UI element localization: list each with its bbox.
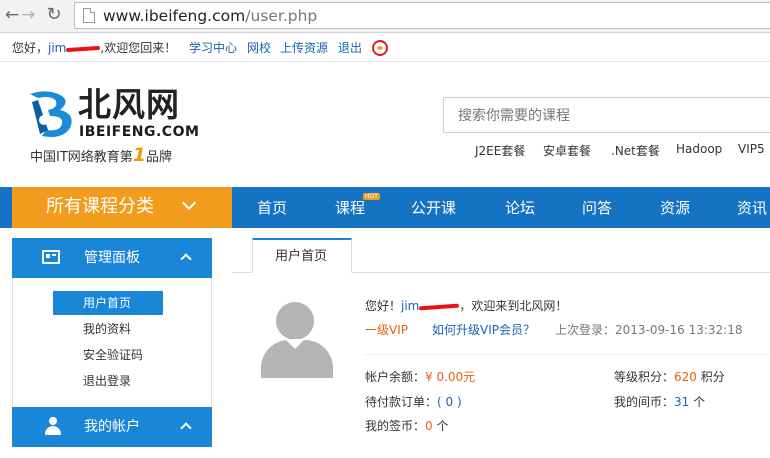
pending-orders: 待付款订单：( 0 ) (365, 394, 462, 410)
link-logout[interactable]: 退出 (338, 40, 362, 56)
welcome-username: jim (401, 299, 420, 313)
coins-unit: 个 (689, 395, 706, 409)
hot-link-vip5[interactable]: VIP5 (738, 142, 765, 156)
sidebar-account-title: 我的帐户 (84, 419, 140, 435)
logo-chinese-text[interactable]: 北风网 (78, 86, 180, 124)
nav-forum[interactable]: 论坛 (505, 199, 535, 217)
username-link[interactable]: jim (48, 41, 66, 55)
link-upload[interactable]: 上传资源 (280, 40, 328, 56)
points-unit: 积分 (696, 370, 725, 384)
slogan-number: 1 (132, 144, 147, 166)
pending-label: 待付款订单： (365, 395, 438, 409)
avatar (259, 302, 335, 378)
welcome-prefix: 您好！ (365, 299, 402, 313)
sign-coins: 我的签币：0 个 (365, 418, 448, 434)
hot-link-android[interactable]: 安卓套餐 (543, 142, 591, 159)
last-login-label: 上次登录： (555, 323, 616, 337)
account-balance: 帐户余额：¥ 0.00元 (365, 369, 475, 385)
last-login-value: 2013-09-16 13:32:18 (615, 323, 743, 337)
search-box[interactable] (443, 97, 770, 133)
sidebar-item-label: 用户首页 (83, 296, 132, 310)
upgrade-vip-link[interactable]: 如何升级VIP会员？ (432, 322, 535, 338)
url-host: www.ibeifeng.com (103, 7, 246, 25)
reload-icon[interactable]: ↻ (44, 5, 64, 25)
last-login: 上次登录：2013-09-16 13:32:18 (555, 322, 742, 338)
chevron-down-icon (181, 195, 197, 211)
nav-open-courses[interactable]: 公开课 (411, 199, 456, 217)
balance-label: 帐户余额： (365, 370, 426, 384)
hot-badge: HOT (363, 193, 380, 200)
logo-english-text[interactable]: IBEIFENG.COM (79, 124, 199, 140)
panel-icon (42, 250, 60, 264)
weibo-icon[interactable] (372, 40, 388, 56)
link-online-school[interactable]: 网校 (247, 40, 271, 56)
course-category-button[interactable]: 所有课程分类 (12, 187, 232, 228)
sidebar-account-header[interactable]: 我的帐户 (12, 407, 212, 447)
forward-icon[interactable]: → (18, 5, 38, 25)
sidebar-item-security-code[interactable]: 安全验证码 (83, 347, 143, 363)
nav-home[interactable]: 首页 (257, 199, 287, 217)
coins-label: 我的间币： (614, 395, 675, 409)
hot-link-hadoop[interactable]: Hadoop (676, 142, 722, 156)
welcome-message: 您好！jim ，欢迎来到北风网！ (365, 298, 567, 314)
sign-unit: 个 (432, 419, 449, 433)
user-icon (45, 417, 61, 437)
sidebar-panel-title: 管理面板 (84, 250, 140, 266)
divider (365, 354, 770, 355)
course-category-label: 所有课程分类 (46, 196, 154, 217)
hot-link-dotnet[interactable]: .Net套餐 (611, 142, 660, 159)
logo-b-icon[interactable] (26, 86, 80, 140)
points-value: 620 (674, 370, 697, 384)
nav-news[interactable]: 资讯 (737, 199, 767, 217)
sign-value: 0 (425, 419, 433, 433)
nav-resources[interactable]: 资源 (660, 199, 690, 217)
coins-value: 31 (674, 395, 690, 409)
slogan-suffix: 品牌 (146, 150, 173, 165)
nav-courses[interactable]: 课程 (335, 199, 365, 217)
redaction-mark (419, 303, 460, 310)
url-path: /user.php (245, 7, 318, 25)
nav-qa[interactable]: 问答 (582, 199, 612, 217)
redaction-mark (66, 45, 101, 52)
slogan: 中国IT网络教育第1品牌 (30, 144, 173, 166)
search-input[interactable] (458, 106, 758, 126)
address-bar[interactable]: www.ibeifeng.com/user.php (74, 2, 770, 29)
slogan-prefix: 中国IT网络教育第 (30, 150, 133, 165)
link-learning-center[interactable]: 学习中心 (189, 40, 237, 56)
sign-label: 我的签币： (365, 419, 426, 433)
tab-user-home[interactable]: 用户首页 (252, 238, 352, 273)
tab-label: 用户首页 (275, 249, 328, 264)
url-text[interactable]: www.ibeifeng.com/user.php (103, 6, 317, 26)
welcome-suffix: ，欢迎来到北风网！ (459, 299, 568, 313)
chevron-up-icon (180, 422, 192, 434)
greeting-prefix: 您好， (12, 41, 49, 55)
hot-link-j2ee[interactable]: J2EE套餐 (475, 142, 525, 159)
browser-toolbar: ← → ↻ www.ibeifeng.com/user.php (0, 0, 770, 33)
page-icon (83, 8, 95, 23)
sidebar-item-logout[interactable]: 退出登录 (83, 373, 131, 389)
level-points: 等级积分：620 积分 (614, 369, 725, 385)
vip-level: 一级VIP (365, 323, 408, 337)
sidebar-item-my-profile[interactable]: 我的资料 (83, 321, 131, 337)
pending-value[interactable]: ( 0 ) (437, 395, 462, 409)
sidebar-panel-header[interactable]: 管理面板 (12, 238, 212, 278)
points-label: 等级积分： (614, 370, 675, 384)
sidebar-item-user-home[interactable]: 用户首页 (53, 291, 163, 315)
my-coins: 我的间币：31 个 (614, 394, 705, 410)
welcome-text: 您好，jim ,欢迎您回来！ (12, 40, 176, 56)
chevron-up-icon (180, 253, 192, 265)
balance-value: ¥ 0.00元 (425, 370, 476, 384)
greeting-suffix: ,欢迎您回来！ (100, 41, 177, 55)
